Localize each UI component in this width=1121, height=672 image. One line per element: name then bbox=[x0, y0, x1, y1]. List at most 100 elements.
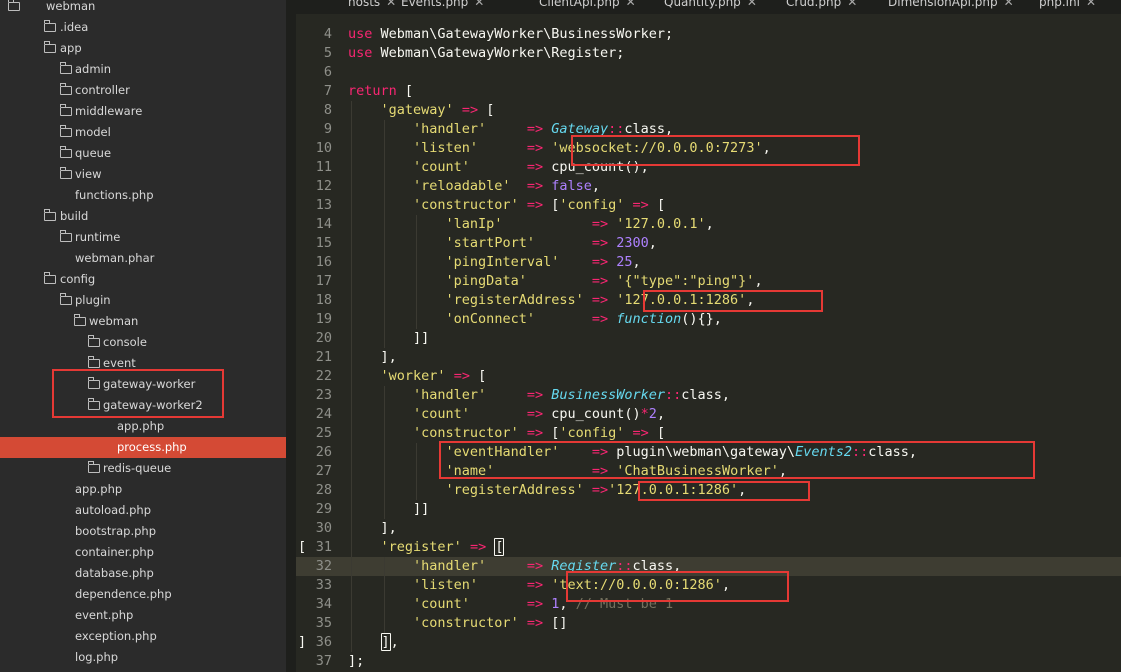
tree-file-item[interactable]: exception.php bbox=[0, 626, 286, 647]
editor-tab[interactable]: hosts ✕ bbox=[348, 0, 396, 9]
code-line[interactable]: 33 'listen' => 'text://0.0.0.0:1286', bbox=[296, 576, 1121, 595]
code-line[interactable]: 12 'reloadable' => false, bbox=[296, 177, 1121, 196]
code-line[interactable]: 6 bbox=[296, 63, 1121, 82]
code-line[interactable]: 11 'count' => cpu_count(), bbox=[296, 158, 1121, 177]
code-line[interactable]: ] 36 ], bbox=[296, 633, 1121, 652]
code-line[interactable]: 8 'gateway' => [ bbox=[296, 101, 1121, 120]
tree-file-item[interactable]: database.php bbox=[0, 563, 286, 584]
tree-folder-item[interactable]: middleware bbox=[0, 101, 286, 122]
tree-file-item[interactable]: webman.phar bbox=[0, 248, 286, 269]
tree-file-item[interactable]: container.php bbox=[0, 542, 286, 563]
tree-folder-item[interactable]: runtime bbox=[0, 227, 286, 248]
code-token: 'count' bbox=[413, 159, 470, 175]
tree-folder-item[interactable]: controller bbox=[0, 80, 286, 101]
code-line[interactable]: 14 'lanIp' => '127.0.0.1', bbox=[296, 215, 1121, 234]
code-line[interactable]: 24 'count' => cpu_count()*2, bbox=[296, 405, 1121, 424]
tree-file-item[interactable]: log.php bbox=[0, 647, 286, 668]
code-token: ] bbox=[380, 633, 391, 651]
code-line[interactable]: 17 'pingData' => '{"type":"ping"}', bbox=[296, 272, 1121, 291]
tab-close-icon[interactable]: ✕ bbox=[386, 0, 396, 9]
code-line[interactable]: 9 'handler' => Gateway::class, bbox=[296, 120, 1121, 139]
code-token: 'count' bbox=[413, 406, 470, 422]
code-line[interactable]: 37]; bbox=[296, 652, 1121, 671]
code-line[interactable]: 20 ]] bbox=[296, 329, 1121, 348]
tree-folder-item[interactable]: webman bbox=[0, 0, 286, 17]
tree-folder-item[interactable]: webman bbox=[0, 311, 286, 332]
tree-folder-item[interactable]: console bbox=[0, 332, 286, 353]
tab-close-icon[interactable]: ✕ bbox=[626, 0, 636, 9]
tree-file-item[interactable]: event.php bbox=[0, 605, 286, 626]
code-line[interactable]: 35 'constructor' => [] bbox=[296, 614, 1121, 633]
code-token: , bbox=[705, 216, 714, 232]
line-number: 22 bbox=[315, 368, 332, 384]
sidebar-divider bbox=[286, 14, 296, 672]
code-line[interactable]: 27 'name' => 'ChatBusinessWorker', bbox=[296, 462, 1121, 481]
code-line[interactable]: 10 'listen' => 'websocket://0.0.0.0:7273… bbox=[296, 139, 1121, 158]
code-line[interactable]: 5 use Webman\GatewayWorker\Register; bbox=[296, 44, 1121, 63]
tree-folder-item[interactable]: build bbox=[0, 206, 286, 227]
code-line[interactable]: 18 'registerAddress' => '127.0.0.1:1286'… bbox=[296, 291, 1121, 310]
code-line[interactable]: 34 'count' => 1, // Must be 1 bbox=[296, 595, 1121, 614]
tree-folder-item[interactable]: config bbox=[0, 269, 286, 290]
tree-file-item[interactable]: autoload.php bbox=[0, 500, 286, 521]
tree-folder-item[interactable]: .idea bbox=[0, 17, 286, 38]
code-line[interactable]: 13 'constructor' => ['config' => [ bbox=[296, 196, 1121, 215]
code-line[interactable]: [31 'register' => [ bbox=[296, 538, 1121, 557]
code-line[interactable]: 7 return [ bbox=[296, 82, 1121, 101]
tree-folder-item[interactable]: plugin bbox=[0, 290, 286, 311]
tab-close-icon[interactable]: ✕ bbox=[747, 0, 757, 9]
editor-tab[interactable]: Quantity.php ✕ bbox=[664, 0, 757, 9]
tree-folder-item[interactable]: admin bbox=[0, 59, 286, 80]
tree-folder-item[interactable]: queue bbox=[0, 143, 286, 164]
code-token: 'startPort' bbox=[445, 235, 535, 251]
tree-item-label: admin bbox=[75, 62, 112, 76]
code-line[interactable]: 28 'registerAddress' =>'127.0.0.1:1286', bbox=[296, 481, 1121, 500]
code-line[interactable]: 29 ]] bbox=[296, 500, 1121, 519]
code-line[interactable]: 16 'pingInterval' => 25, bbox=[296, 253, 1121, 272]
editor-tab[interactable]: Crud.php ✕ bbox=[786, 0, 857, 9]
tree-file-item[interactable]: functions.php bbox=[0, 185, 286, 206]
code-line[interactable]: 22 'worker' => [ bbox=[296, 367, 1121, 386]
code-line[interactable]: 32 'handler' => Register::class, bbox=[296, 557, 1121, 576]
tab-close-icon[interactable]: ✕ bbox=[1086, 0, 1096, 9]
code-line[interactable]: 21 ], bbox=[296, 348, 1121, 367]
code-line[interactable]: 30 ], bbox=[296, 519, 1121, 538]
tree-folder-item[interactable]: app bbox=[0, 38, 286, 59]
code-token: ]] bbox=[348, 330, 430, 346]
code-line[interactable]: 26 'eventHandler' => plugin\webman\gatew… bbox=[296, 443, 1121, 462]
code-line[interactable]: 4 use Webman\GatewayWorker\BusinessWorker… bbox=[296, 25, 1121, 44]
tree-file-item[interactable]: process.php bbox=[0, 437, 286, 458]
tree-folder-item[interactable]: view bbox=[0, 164, 286, 185]
code-line[interactable]: 23 'handler' => BusinessWorker::class, bbox=[296, 386, 1121, 405]
code-line[interactable]: 15 'startPort' => 2300, bbox=[296, 234, 1121, 253]
code-line[interactable]: 19 'onConnect' => function(){}, bbox=[296, 310, 1121, 329]
editor-tab[interactable]: Events.php ✕ bbox=[401, 0, 484, 9]
tab-close-icon[interactable]: ✕ bbox=[474, 0, 484, 9]
editor-tab[interactable]: php.ini ✕ bbox=[1039, 0, 1096, 9]
tree-file-item[interactable]: app.php bbox=[0, 479, 286, 500]
line-number: 36 bbox=[315, 634, 332, 650]
code-token: [ bbox=[543, 425, 560, 441]
code-token: 2300 bbox=[616, 235, 649, 251]
code-text: 'reloadable' => false, bbox=[348, 177, 600, 196]
code-line[interactable]: 25 'constructor' => ['config' => [ bbox=[296, 424, 1121, 443]
tree-file-item[interactable]: dependence.php bbox=[0, 584, 286, 605]
code-editor[interactable]: 4 use Webman\GatewayWorker\BusinessWorker… bbox=[296, 14, 1121, 672]
tree-folder-item[interactable]: gateway-worker2 bbox=[0, 395, 286, 416]
editor-tab[interactable]: DimensionApi.php ✕ bbox=[888, 0, 1014, 9]
tree-folder-item[interactable]: event bbox=[0, 353, 286, 374]
line-number: 23 bbox=[315, 387, 332, 403]
tree-folder-item[interactable]: gateway-worker bbox=[0, 374, 286, 395]
tree-file-item[interactable]: app.php bbox=[0, 416, 286, 437]
tree-folder-item[interactable]: model bbox=[0, 122, 286, 143]
line-number: 19 bbox=[315, 311, 332, 327]
tree-folder-item[interactable]: redis-queue bbox=[0, 458, 286, 479]
editor-tab[interactable]: ClientApi.php ✕ bbox=[539, 0, 636, 9]
tab-close-icon[interactable]: ✕ bbox=[847, 0, 857, 9]
tab-close-icon[interactable]: ✕ bbox=[1004, 0, 1014, 9]
tree-file-item[interactable]: bootstrap.php bbox=[0, 521, 286, 542]
